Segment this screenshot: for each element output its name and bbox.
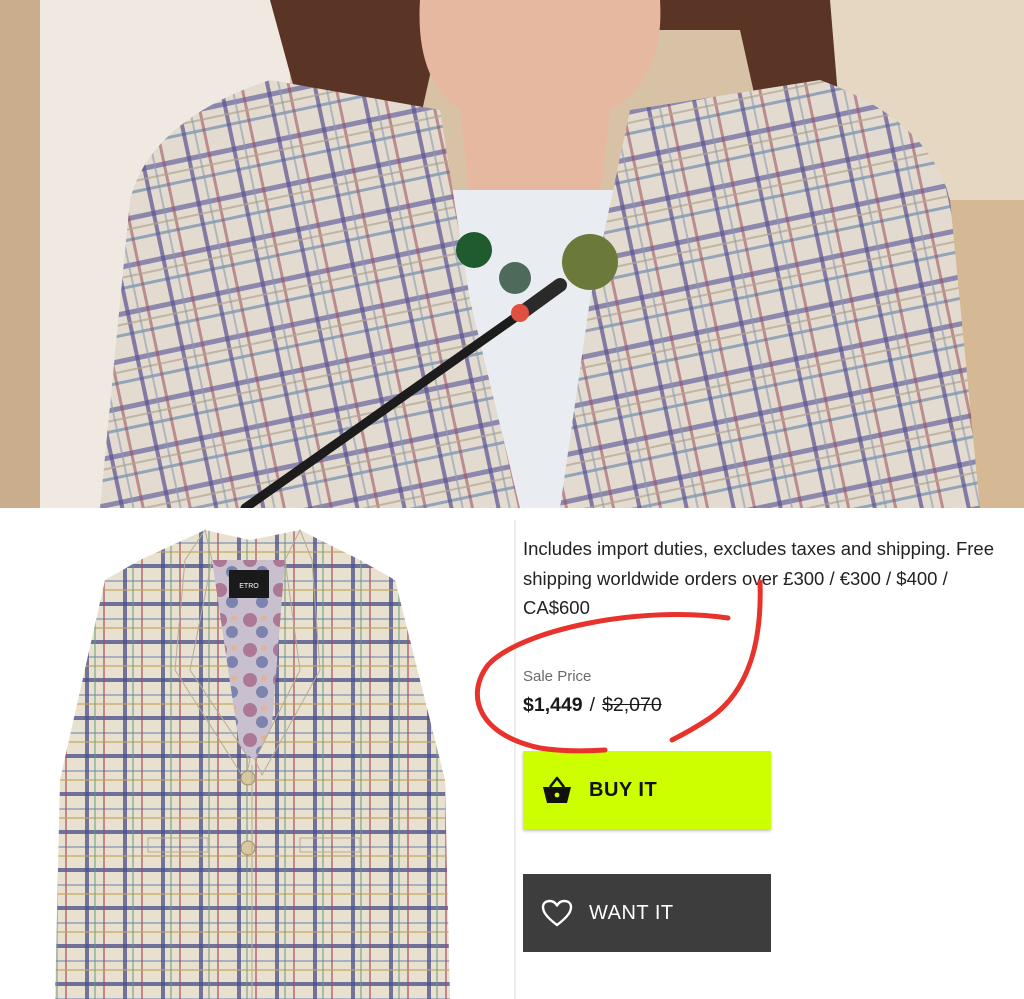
want-button-label: WANT IT xyxy=(589,901,674,924)
product-jacket-image[interactable]: ETRO xyxy=(0,520,514,999)
current-price: $1,449 xyxy=(523,694,583,716)
panel-divider xyxy=(514,520,516,999)
price-separator: / xyxy=(589,694,596,716)
want-button[interactable]: WANT IT xyxy=(523,874,771,952)
buy-button-label: BUY IT xyxy=(589,778,658,801)
shopping-basket-icon xyxy=(541,774,573,806)
shipping-note: Includes import duties, excludes taxes a… xyxy=(523,538,994,618)
speaker-photo xyxy=(0,0,1024,508)
product-info-panel: Includes import duties, excludes taxes a… xyxy=(522,520,1017,999)
sale-price-label: Sale Price xyxy=(523,668,592,685)
heart-icon xyxy=(541,897,573,929)
original-price: $2,070 xyxy=(602,694,662,716)
image-divider xyxy=(0,508,1024,520)
buy-button[interactable]: BUY IT xyxy=(523,751,771,829)
price-row: $1,449 / $2,070 xyxy=(523,694,662,717)
brand-tag: ETRO xyxy=(239,583,259,590)
